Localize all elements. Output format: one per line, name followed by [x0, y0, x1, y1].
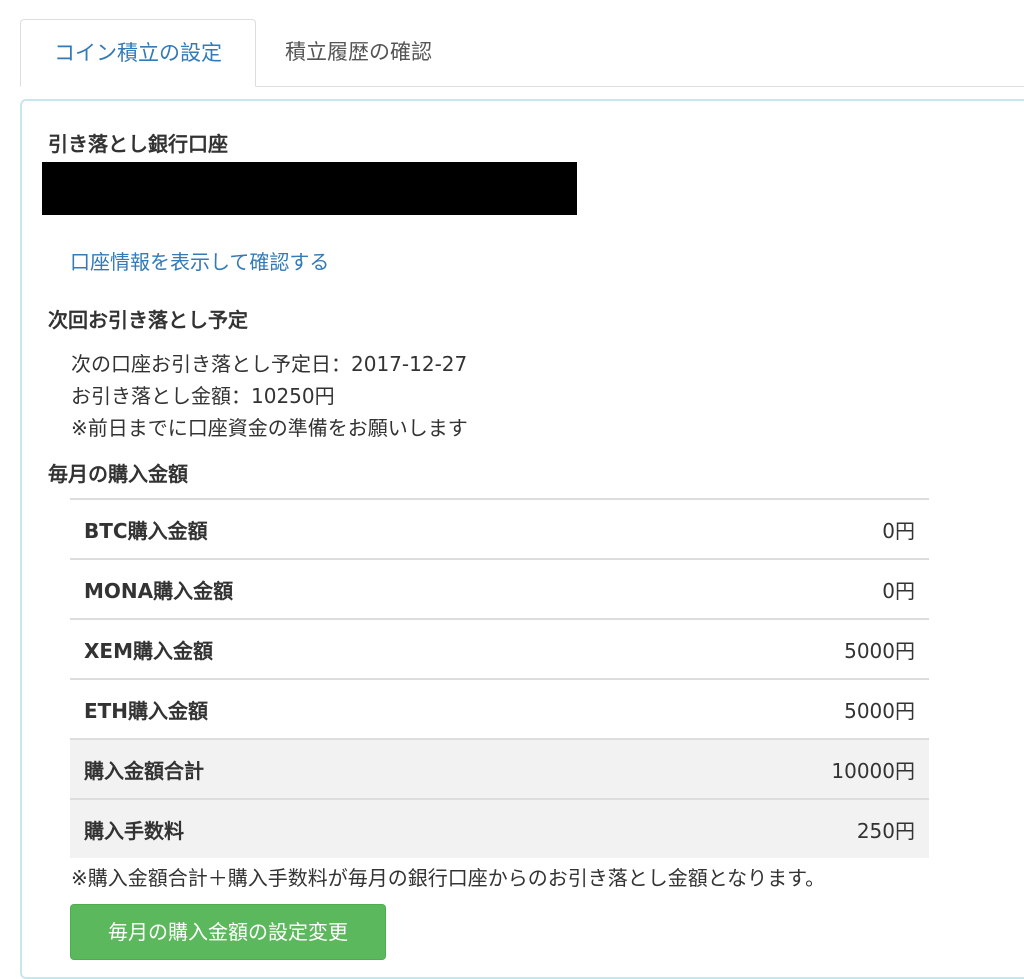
row-value: 5000円 [844, 638, 915, 663]
withdrawal-amount: お引き落とし金額：10250円 [71, 384, 335, 408]
monthly-purchase-heading: 毎月の購入金額 [48, 462, 188, 486]
table-row-eth: ETH購入金額 5000円 [70, 678, 929, 738]
change-monthly-amount-button[interactable]: 毎月の購入金額の設定変更 [70, 904, 386, 960]
table-row-fee: 購入手数料 250円 [70, 798, 929, 858]
row-value: 250円 [856, 818, 915, 843]
next-withdrawal-heading: 次回お引き落とし予定 [48, 308, 248, 332]
tab-history[interactable]: 積立履歴の確認 [256, 19, 432, 87]
next-withdrawal-date: 次の口座お引き落とし予定日：2017-12-27 [71, 352, 468, 376]
row-value: 0円 [882, 518, 915, 543]
table-row-total: 購入金額合計 10000円 [70, 738, 929, 798]
show-account-link[interactable]: 口座情報を表示して確認する [70, 246, 329, 275]
row-label: MONA購入金額 [84, 578, 234, 603]
row-label: XEM購入金額 [84, 638, 213, 663]
tab-coin-settings[interactable]: コイン積立の設定 [20, 19, 256, 87]
purchase-amount-table: BTC購入金額 0円 MONA購入金額 0円 XEM購入金額 5000円 ETH… [70, 498, 929, 858]
bank-account-heading: 引き落とし銀行口座 [48, 132, 228, 156]
tab-bar: コイン積立の設定 積立履歴の確認 [20, 19, 432, 87]
table-row-btc: BTC購入金額 0円 [70, 498, 929, 558]
row-value: 0円 [882, 578, 915, 603]
row-label: ETH購入金額 [84, 698, 209, 723]
row-label: 購入金額合計 [84, 758, 204, 783]
row-value: 10000円 [831, 758, 915, 783]
row-value: 5000円 [844, 698, 915, 723]
table-row-mona: MONA購入金額 0円 [70, 558, 929, 618]
table-row-xem: XEM購入金額 5000円 [70, 618, 929, 678]
row-label: 購入手数料 [84, 818, 184, 843]
funding-notice: ※前日までに口座資金の準備をお願いします [71, 416, 468, 440]
row-label: BTC購入金額 [84, 518, 208, 543]
redacted-account-info [42, 162, 577, 215]
withdrawal-note: ※購入金額合計＋購入手数料が毎月の銀行口座からのお引き落とし金額となります。 [71, 866, 826, 890]
